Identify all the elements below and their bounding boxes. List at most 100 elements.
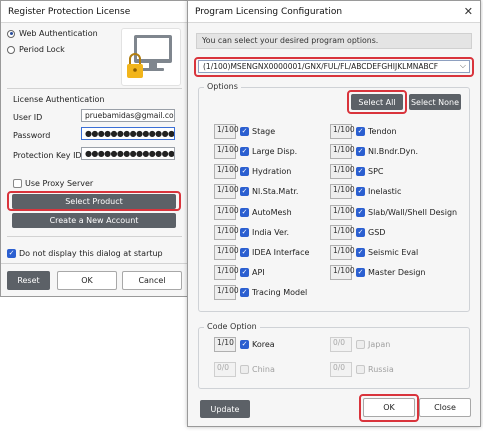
checkbox-checked-icon: ✓ xyxy=(240,340,249,349)
checkbox-empty-icon xyxy=(13,179,22,188)
option-label: Tracing Model xyxy=(252,288,308,297)
option-label: Large Disp. xyxy=(252,147,298,156)
product-select-value: (1/100)MSENGNX0000001/GNX/FUL/FL/ABCDEFG… xyxy=(203,62,439,71)
checkbox-checked-icon: ✓ xyxy=(356,208,365,217)
checkbox-checked-icon: ✓ xyxy=(240,147,249,156)
radio-selected-icon xyxy=(7,29,15,38)
option-label: Inelastic xyxy=(368,187,402,196)
option-label: SPC xyxy=(368,167,384,176)
option-item[interactable]: 1/100 ✓ Large Disp. xyxy=(214,144,297,159)
option-item[interactable]: 1/100 ✓ GSD xyxy=(330,225,385,240)
password-field[interactable]: ●●●●●●●●●●●●●●● xyxy=(81,127,175,140)
computer-lock-icon xyxy=(121,28,181,86)
checkbox-disabled-icon xyxy=(356,365,365,374)
checkbox-checked-icon: ✓ xyxy=(356,147,365,156)
option-label: AutoMesh xyxy=(252,208,292,217)
option-label: Master Design xyxy=(368,268,426,277)
code-label: China xyxy=(252,365,275,374)
license-count: 1/100 xyxy=(330,225,355,240)
license-count: 1/100 xyxy=(330,205,355,220)
reset-button[interactable]: Reset xyxy=(7,271,50,290)
option-label: Stage xyxy=(252,127,276,136)
license-count: 1/10 xyxy=(214,337,236,352)
option-item[interactable]: 1/100 ✓ Seismic Eval xyxy=(330,245,418,260)
option-item[interactable]: 1/100 ✓ Slab/Wall/Shell Design xyxy=(330,205,457,220)
register-title-bar: Register Protection License xyxy=(1,1,187,23)
option-item[interactable]: 1/100 ✓ Inelastic xyxy=(330,184,401,199)
create-account-button[interactable]: Create a New Account xyxy=(12,213,176,228)
checkbox-checked-icon: ✓ xyxy=(356,268,365,277)
config-ok-button[interactable]: OK xyxy=(363,398,415,417)
license-count: 1/100 xyxy=(214,144,239,159)
option-item[interactable]: 1/100 ✓ Master Design xyxy=(330,265,425,280)
select-all-button[interactable]: Select All xyxy=(351,94,403,110)
checkbox-checked-icon: ✓ xyxy=(356,127,365,136)
option-label: Nl.Sta.Matr. xyxy=(252,187,299,196)
dont-display-label: Do not display this dialog at startup xyxy=(19,249,163,258)
register-cancel-button[interactable]: Cancel xyxy=(122,271,182,290)
checkbox-checked-icon: ✓ xyxy=(240,127,249,136)
option-item[interactable]: 1/100 ✓ Tracing Model xyxy=(214,285,307,300)
options-group-title: Options xyxy=(204,82,241,91)
option-item[interactable]: 1/100 ✓ SPC xyxy=(330,164,384,179)
user-id-label: User ID xyxy=(13,113,43,122)
license-count: 0/0 xyxy=(214,362,236,377)
option-item[interactable]: 1/100 ✓ Tendon xyxy=(330,124,397,139)
register-ok-button[interactable]: OK xyxy=(57,271,117,290)
info-banner: You can select your desired program opti… xyxy=(196,33,472,49)
code-item-russia: 0/0 Russia xyxy=(330,362,394,377)
license-count: 1/100 xyxy=(214,184,239,199)
web-auth-label: Web Authentication xyxy=(19,29,98,38)
update-button[interactable]: Update xyxy=(200,400,250,418)
code-item-japan: 0/0 Japan xyxy=(330,337,390,352)
license-count: 1/100 xyxy=(330,184,355,199)
register-divider-2 xyxy=(7,236,182,237)
checkbox-checked-icon: ✓ xyxy=(240,288,249,297)
option-label: Seismic Eval xyxy=(368,248,419,257)
config-close-button[interactable]: Close xyxy=(419,398,471,417)
register-title: Register Protection License xyxy=(8,6,131,17)
checkbox-checked-icon: ✓ xyxy=(240,248,249,257)
license-count: 1/100 xyxy=(214,164,239,179)
code-item-china: 0/0 China xyxy=(214,362,275,377)
option-item[interactable]: 1/100 ✓ Nl.Sta.Matr. xyxy=(214,184,298,199)
option-item[interactable]: 1/100 ✓ Stage xyxy=(214,124,275,139)
checkbox-disabled-icon xyxy=(240,365,249,374)
config-title: Program Licensing Configuration xyxy=(195,6,343,17)
checkbox-checked-icon: ✓ xyxy=(356,248,365,257)
code-item-korea[interactable]: 1/10 ✓ Korea xyxy=(214,337,275,352)
license-count: 1/100 xyxy=(330,144,355,159)
license-count: 1/100 xyxy=(214,245,239,260)
option-item[interactable]: 1/100 ✓ AutoMesh xyxy=(214,205,292,220)
option-item[interactable]: 1/100 ✓ Hydration xyxy=(214,164,291,179)
chevron-down-icon: ⌵ xyxy=(459,61,466,70)
use-proxy-checkbox[interactable]: Use Proxy Server xyxy=(13,179,93,188)
register-license-window: Register Protection License Web Authenti… xyxy=(0,0,188,297)
protection-key-field[interactable]: ●●●●●●●●●●●●●●● xyxy=(81,147,175,160)
protection-key-label: Protection Key ID xyxy=(13,151,82,160)
option-item[interactable]: 1/100 ✓ IDEA Interface xyxy=(214,245,309,260)
close-icon[interactable]: ✕ xyxy=(464,5,473,18)
checkbox-checked-icon: ✓ xyxy=(240,167,249,176)
license-count: 1/100 xyxy=(330,245,355,260)
option-label: India Ver. xyxy=(252,228,290,237)
user-id-field[interactable]: pruebamidas@gmail.com xyxy=(81,109,175,122)
option-label: Tendon xyxy=(368,127,397,136)
checkbox-checked-icon: ✓ xyxy=(240,268,249,277)
product-select[interactable]: (1/100)MSENGNX0000001/GNX/FUL/FL/ABCDEFG… xyxy=(198,60,470,73)
select-none-button[interactable]: Select None xyxy=(409,94,461,110)
period-lock-radio[interactable]: Period Lock xyxy=(7,45,65,54)
web-auth-radio[interactable]: Web Authentication xyxy=(7,29,98,38)
license-count: 1/100 xyxy=(214,265,239,280)
license-count: 1/100 xyxy=(214,225,239,240)
select-product-button[interactable]: Select Product xyxy=(12,194,176,209)
license-auth-heading: License Authentication xyxy=(13,95,105,104)
option-item[interactable]: 1/100 ✓ API xyxy=(214,265,265,280)
license-count: 1/100 xyxy=(330,164,355,179)
dont-display-checkbox[interactable]: ✓ Do not display this dialog at startup xyxy=(7,249,163,258)
checkbox-checked-icon: ✓ xyxy=(356,167,365,176)
register-footer-divider xyxy=(1,263,187,264)
license-count: 1/100 xyxy=(214,205,239,220)
option-item[interactable]: 1/100 ✓ Nl.Bndr.Dyn. xyxy=(330,144,418,159)
option-item[interactable]: 1/100 ✓ India Ver. xyxy=(214,225,289,240)
